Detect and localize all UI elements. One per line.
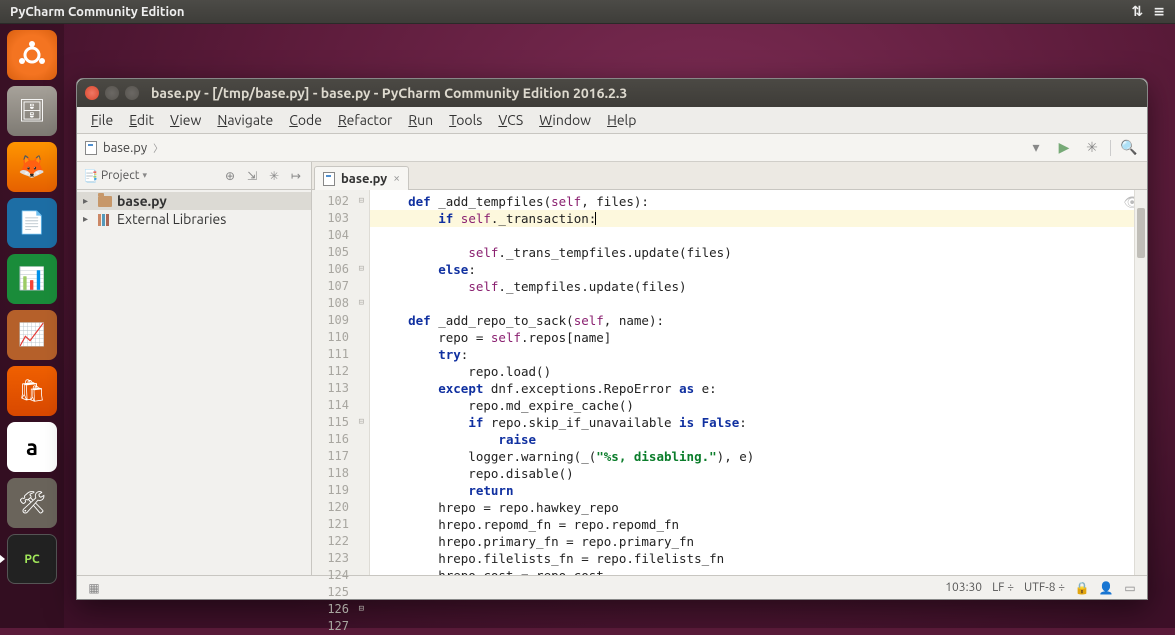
main-menu: FileEditViewNavigateCodeRefactorRunTools… <box>77 107 1147 134</box>
hector-icon[interactable]: 👤 <box>1099 581 1113 595</box>
project-tool-window: 📑 Project ▾ ⊕ ⇲ ✳ ↦ ▸ base.py ▸ <box>77 162 312 575</box>
navigation-bar: base.py 〉 ▾ ▶ ✳ 🔍 <box>77 134 1147 162</box>
editor-area: base.py × 102⊟103104105106⊟107108⊟109110… <box>312 162 1147 575</box>
search-everywhere-icon[interactable]: 🔍 <box>1119 138 1139 158</box>
launcher-ubuntu-software[interactable]: 🛍 <box>7 366 57 416</box>
menu-help[interactable]: Help <box>601 110 642 130</box>
breadcrumb[interactable]: base.py 〉 <box>85 140 163 155</box>
close-icon[interactable] <box>85 86 99 100</box>
debug-button[interactable]: ✳ <box>1082 138 1102 158</box>
project-view-toggle[interactable]: 📑 Project ▾ <box>83 169 147 183</box>
folder-icon <box>98 196 112 207</box>
desktop: PyCharm Community Edition ⇅ ≡ 🗄 🦊 📄 📊 📈 🛍 a 🛠 PC… <box>0 0 1175 628</box>
menu-view[interactable]: View <box>164 110 207 130</box>
launcher-libreoffice-impress[interactable]: 📈 <box>7 310 57 360</box>
collapse-all-icon[interactable]: ⇲ <box>243 169 261 183</box>
gutter[interactable]: 102⊟103104105106⊟107108⊟1091101111121131… <box>312 190 370 575</box>
menu-navigate[interactable]: Navigate <box>211 110 279 130</box>
launcher-system-settings[interactable]: 🛠 <box>7 478 57 528</box>
hide-panel-icon[interactable]: ↦ <box>287 169 305 183</box>
launcher-pycharm[interactable]: PC <box>7 534 57 584</box>
lock-icon[interactable]: 🔒 <box>1075 581 1089 595</box>
minimize-icon[interactable] <box>105 86 119 100</box>
line-separator[interactable]: LF ÷ <box>992 581 1014 594</box>
launcher-libreoffice-writer[interactable]: 📄 <box>7 198 57 248</box>
network-icon[interactable]: ⇅ <box>1132 3 1144 20</box>
pycharm-window: base.py - [/tmp/base.py] - base.py - PyC… <box>76 78 1148 600</box>
editor-tabs: base.py × <box>312 162 1147 190</box>
tool-windows-icon[interactable]: ▦ <box>87 581 101 595</box>
menu-icon[interactable]: ≡ <box>1153 3 1165 20</box>
code-editor[interactable]: 102⊟103104105106⊟107108⊟1091101111121131… <box>312 190 1147 575</box>
launcher-libreoffice-calc[interactable]: 📊 <box>7 254 57 304</box>
window-title: base.py - [/tmp/base.py] - base.py - PyC… <box>151 85 627 101</box>
chevron-right-icon[interactable]: ▸ <box>83 195 93 207</box>
run-button[interactable]: ▶ <box>1054 138 1074 158</box>
chevron-right-icon[interactable]: ▸ <box>83 213 93 225</box>
menu-code[interactable]: Code <box>283 110 328 130</box>
menu-vcs[interactable]: VCS <box>492 110 529 130</box>
menu-refactor[interactable]: Refactor <box>332 110 398 130</box>
chevron-right-icon: 〉 <box>153 140 163 155</box>
tree-external-libs[interactable]: ▸ External Libraries <box>77 210 311 228</box>
launcher-files[interactable]: 🗄 <box>7 86 57 136</box>
unity-launcher: 🗄 🦊 📄 📊 📈 🛍 a 🛠 PC <box>0 24 64 628</box>
menu-edit[interactable]: Edit <box>123 110 160 130</box>
tab-base-py[interactable]: base.py × <box>314 166 409 190</box>
vertical-scrollbar[interactable] <box>1134 190 1147 575</box>
close-tab-icon[interactable]: × <box>393 172 400 185</box>
maximize-icon[interactable] <box>125 86 139 100</box>
caret-position[interactable]: 103:30 <box>945 581 982 594</box>
menu-window[interactable]: Window <box>533 110 597 130</box>
memory-indicator[interactable]: ▭ <box>1123 581 1137 595</box>
menu-file[interactable]: File <box>85 110 119 130</box>
launcher-firefox[interactable]: 🦊 <box>7 142 57 192</box>
top-menubar: PyCharm Community Edition ⇅ ≡ <box>0 0 1175 24</box>
library-icon <box>98 213 112 225</box>
project-panel-header: 📑 Project ▾ ⊕ ⇲ ✳ ↦ <box>77 162 311 190</box>
menu-run[interactable]: Run <box>402 110 439 130</box>
menu-tools[interactable]: Tools <box>443 110 488 130</box>
tree-root[interactable]: ▸ base.py <box>77 192 311 210</box>
file-encoding[interactable]: UTF-8 ÷ <box>1024 581 1065 594</box>
project-tree[interactable]: ▸ base.py ▸ External Libraries <box>77 190 311 575</box>
file-icon <box>323 172 335 186</box>
run-config-dropdown[interactable]: ▾ <box>1026 138 1046 158</box>
settings-icon[interactable]: ✳ <box>265 169 283 183</box>
file-icon <box>85 141 97 155</box>
scroll-to-source-icon[interactable]: ⊕ <box>221 169 239 183</box>
topbar-title: PyCharm Community Edition <box>10 5 1132 19</box>
titlebar[interactable]: base.py - [/tmp/base.py] - base.py - PyC… <box>77 79 1147 107</box>
status-bar: ▦ 103:30 LF ÷ UTF-8 ÷ 🔒 👤 ▭ <box>77 575 1147 599</box>
launcher-ubuntu-dash[interactable] <box>7 30 57 80</box>
code-content[interactable]: def _add_tempfiles(self, files): if self… <box>370 190 1147 575</box>
launcher-amazon[interactable]: a <box>7 422 57 472</box>
